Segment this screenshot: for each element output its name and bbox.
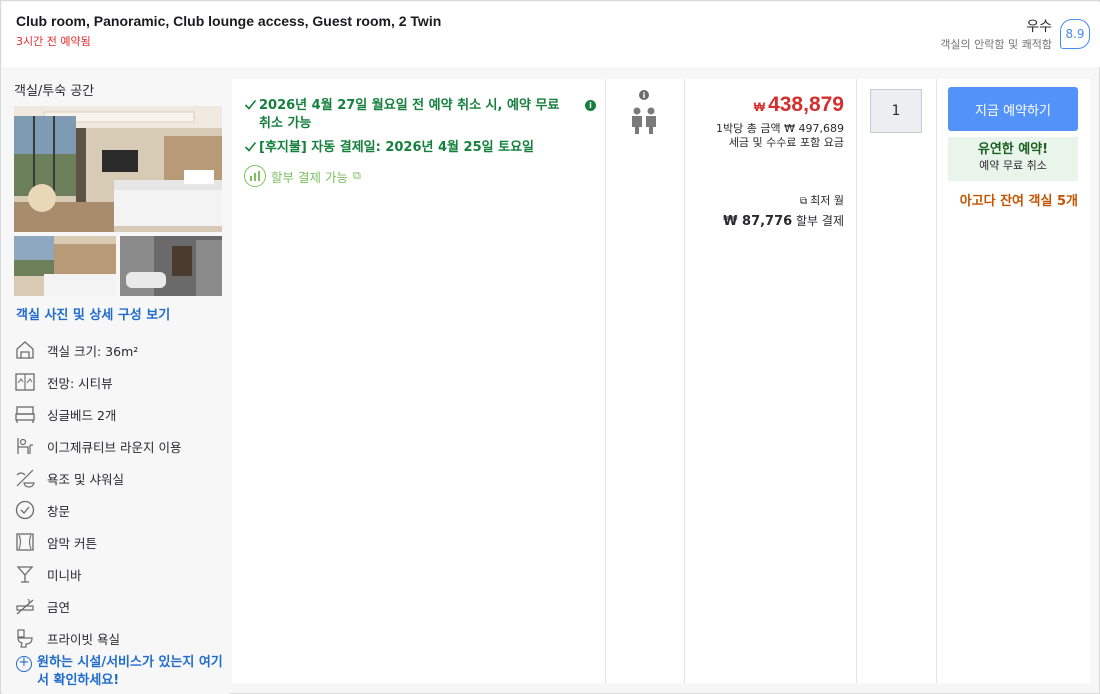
feature-window: 창문 xyxy=(14,494,224,526)
benefit-pay-later: [후지불] 자동 결제일: 2026년 4월 25일 토요일 xyxy=(244,139,596,159)
monthly-installment: ₩ 87,776 할부 결제 xyxy=(692,212,844,229)
room-space-title: 객실/투숙 공간 xyxy=(14,84,95,99)
installment-text: 할부 결제 가능 xyxy=(271,169,348,185)
booking-column: 지금 예약하기 유연한 예약! 예약 무료 취소 아고다 잔여 객실 5개 xyxy=(948,87,1078,211)
room-photo-main[interactable] xyxy=(14,106,222,232)
window-icon xyxy=(15,500,35,520)
column-divider xyxy=(605,79,606,683)
lounge-icon xyxy=(17,438,33,454)
room-info-column: 객실/투숙 공간 객실 사진 및 상세 구성 보기 객실 크기: 36m² 전망… xyxy=(2,68,230,694)
feature-blackout-curtain: 암막 커튼 xyxy=(14,526,224,558)
feature-bed: 싱글베드 2개 xyxy=(14,398,224,430)
info-icon[interactable]: i xyxy=(585,100,596,111)
occupancy-guests-icon[interactable]: i xyxy=(612,89,680,135)
price-total: 1박당 총 금액 ₩ 497,689 xyxy=(716,122,844,135)
room-features-list: 객실 크기: 36m² 전망: 시티뷰 싱글베드 2개 이그제큐티브 라운지 이… xyxy=(14,334,224,654)
feature-minibar: 미니바 xyxy=(14,558,224,590)
feature-label: 이그제큐티브 라운지 이용 xyxy=(47,439,182,455)
feature-lounge: 이그제큐티브 라운지 이용 xyxy=(14,430,224,462)
feature-label: 미니바 xyxy=(47,567,82,583)
room-photos-link[interactable]: 객실 사진 및 상세 구성 보기 xyxy=(16,304,170,323)
benefits-list: 2026년 4월 27일 월요일 전 예약 취소 시, 예약 무료 취소 가능 … xyxy=(244,97,596,187)
monthly-suffix: 할부 결제 xyxy=(796,214,844,228)
rating-subtitle: 객실의 안락함 및 쾌적함 xyxy=(940,38,1052,51)
benefit-pay-later-text: [후지불] 자동 결제일: 2026년 4월 25일 토요일 xyxy=(259,140,534,155)
feature-label: 프라이빗 욕실 xyxy=(47,631,120,647)
feature-label: 싱글베드 2개 xyxy=(47,407,117,423)
plus-circle-icon: + xyxy=(16,656,32,672)
room-header: Club room, Panoramic, Club lounge access… xyxy=(2,2,1100,67)
occupancy-column: i xyxy=(612,89,680,139)
flexible-booking-box: 유연한 예약! 예약 무료 취소 xyxy=(948,137,1078,181)
column-divider xyxy=(856,79,857,683)
installment-option[interactable]: 할부 결제 가능 ⧉ xyxy=(244,165,596,187)
external-link-icon: ⧉ xyxy=(800,196,808,207)
feature-room-size: 객실 크기: 36m² xyxy=(14,334,224,366)
feature-view: 전망: 시티뷰 xyxy=(14,366,224,398)
feature-label: 금연 xyxy=(47,599,71,615)
external-link-icon: ⧉ xyxy=(352,169,361,182)
column-divider xyxy=(684,79,685,683)
price-tax-note: 세금 및 수수료 포함 요금 xyxy=(728,136,844,149)
no-smoking-icon xyxy=(16,598,34,615)
room-offer-card: Club room, Panoramic, Club lounge access… xyxy=(0,0,1100,694)
feature-private-bathroom: 프라이빗 욕실 xyxy=(14,622,224,654)
monthly-amount: ₩ 87,776 xyxy=(723,214,793,229)
price-column: ₩438,879 1박당 총 금액 ₩ 497,689 세금 및 수수료 포함 … xyxy=(692,93,844,229)
benefit-free-cancel-text: 2026년 4월 27일 월요일 전 예약 취소 시, 예약 무료 취소 가능 xyxy=(259,98,560,131)
check-icon xyxy=(244,140,259,159)
feature-bath-shower: 욕조 및 샤워실 xyxy=(14,462,224,494)
rooms-left-notice: 아고다 잔여 객실 5개 xyxy=(959,194,1078,209)
rating-word: 우수 xyxy=(1026,19,1052,35)
recent-booking-notice: 3시간 전 예약됨 xyxy=(16,35,91,48)
bathroom-photo-thumb[interactable] xyxy=(120,236,222,296)
bed-icon xyxy=(15,406,35,423)
more-facilities-text[interactable]: 원하는 시설/서비스가 있는지 여기서 확인하세요! xyxy=(37,654,226,690)
monthly-label-text: 최저 월 xyxy=(810,194,844,207)
offer-panel: 2026년 4월 27일 월요일 전 예약 취소 시, 예약 무료 취소 가능 … xyxy=(232,79,1090,683)
price-amount: 438,879 xyxy=(768,93,844,116)
feature-label: 전망: 시티뷰 xyxy=(47,375,113,391)
monthly-label: ⧉ 최저 월 xyxy=(692,192,844,208)
feature-no-smoking: 금연 xyxy=(14,590,224,622)
bath-shower-icon xyxy=(16,469,35,488)
blackout-curtain-icon xyxy=(16,533,34,551)
feature-label: 객실 크기: 36m² xyxy=(47,343,139,359)
room-photo-thumb[interactable] xyxy=(14,236,116,296)
flexible-booking-sub: 예약 무료 취소 xyxy=(979,159,1047,172)
check-icon xyxy=(244,98,259,117)
view-icon xyxy=(15,373,35,391)
room-size-icon xyxy=(16,341,34,359)
rating-score-badge[interactable]: 8.9 xyxy=(1060,19,1090,49)
more-facilities-link[interactable]: + 원하는 시설/서비스가 있는지 여기서 확인하세요! xyxy=(16,654,226,690)
feature-label: 창문 xyxy=(47,503,71,519)
svg-text:i: i xyxy=(643,91,646,100)
benefit-free-cancel: 2026년 4월 27일 월요일 전 예약 취소 시, 예약 무료 취소 가능 … xyxy=(244,97,596,133)
room-quantity-select[interactable]: 1 xyxy=(870,89,922,133)
feature-label: 욕조 및 샤워실 xyxy=(47,471,124,487)
currency-symbol: ₩ xyxy=(753,100,766,114)
column-divider xyxy=(936,79,937,683)
installment-icon xyxy=(244,165,266,187)
minibar-icon xyxy=(16,566,34,583)
private-bathroom-icon xyxy=(17,629,33,648)
room-title: Club room, Panoramic, Club lounge access… xyxy=(16,13,442,29)
flexible-booking-title: 유연한 예약! xyxy=(977,142,1049,157)
price-per-night: ₩438,879 xyxy=(692,93,844,117)
feature-label: 암막 커튼 xyxy=(47,535,97,551)
book-now-button[interactable]: 지금 예약하기 xyxy=(948,87,1078,131)
